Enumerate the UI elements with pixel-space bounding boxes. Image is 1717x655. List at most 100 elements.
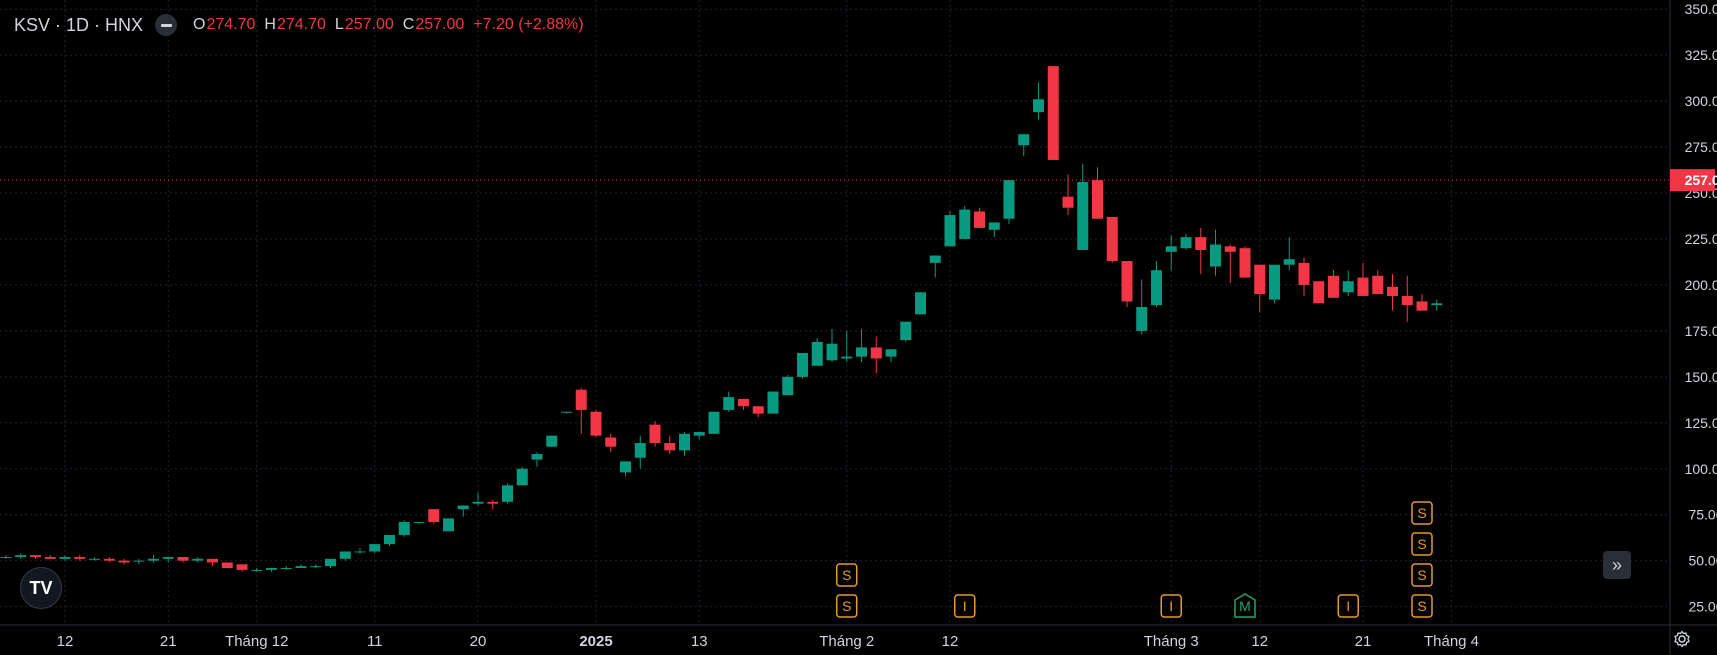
candle-body	[15, 555, 27, 557]
candle-body	[915, 292, 926, 315]
candle-body	[339, 551, 351, 559]
candle-body	[74, 556, 86, 559]
candle-body	[1401, 295, 1413, 306]
candle-body	[148, 558, 159, 561]
candle-body	[1062, 196, 1074, 208]
candle-body	[723, 397, 735, 410]
candle-body	[546, 435, 558, 447]
event-marker-letter: S	[842, 567, 851, 583]
candle-body	[236, 564, 248, 570]
candle-body	[266, 568, 277, 570]
time-axis-label: Tháng 2	[819, 633, 874, 650]
scroll-to-realtime-icon[interactable]: »	[1603, 551, 1631, 579]
time-axis-label: Tháng 4	[1424, 633, 1479, 650]
candle-body	[856, 347, 867, 357]
candle	[546, 435, 558, 447]
candle-body	[974, 211, 985, 228]
time-axis-label: 20	[470, 633, 487, 650]
candle-body	[457, 505, 469, 510]
candle-body	[944, 215, 956, 247]
candle-body	[516, 468, 528, 486]
candle-body	[59, 556, 71, 559]
candle	[590, 409, 602, 438]
candle	[1003, 180, 1015, 225]
time-axis-label: 12	[57, 633, 74, 650]
candle	[797, 352, 808, 379]
candle-body	[620, 461, 631, 473]
price-axis-label: 350.00	[1685, 1, 1717, 17]
candle-body	[30, 555, 41, 557]
candle	[1239, 246, 1251, 278]
price-axis-label: 325.00	[1685, 47, 1717, 63]
tradingview-logo-icon[interactable]: TV	[20, 567, 62, 609]
candle-body	[634, 443, 646, 458]
candle-body	[929, 255, 941, 263]
candle-body	[325, 558, 336, 567]
candle-body	[738, 398, 749, 407]
candle-body	[1047, 66, 1059, 160]
candle-body	[1224, 246, 1236, 252]
price-axis-label: 50.00	[1688, 553, 1717, 569]
candle	[502, 483, 513, 504]
candle-body	[752, 406, 764, 414]
settings-gear-icon[interactable]	[1672, 629, 1692, 649]
time-axis-label: 2025	[579, 633, 612, 650]
candle-body	[693, 431, 705, 436]
event-marker-letter: S	[1417, 598, 1426, 614]
symbol-name[interactable]: KSV · 1D · HNX	[14, 15, 143, 36]
candle	[1106, 216, 1118, 263]
candle-body	[369, 544, 381, 552]
candle-body	[1239, 248, 1251, 278]
candle-body	[1165, 246, 1177, 252]
candle-body	[1180, 237, 1192, 249]
candle-body	[1121, 261, 1133, 302]
candle-body	[0, 556, 12, 558]
candlestick-chart[interactable]: SSIIMISSSS350.00325.00300.00275.00250.00…	[0, 0, 1717, 655]
candle-body	[1210, 244, 1221, 267]
candle-body	[679, 433, 690, 451]
change-value: +7.20 (+2.88%)	[473, 16, 584, 33]
candle-body	[900, 321, 912, 341]
candle-body	[1328, 275, 1339, 298]
candle	[1047, 66, 1059, 160]
candle-body	[959, 209, 971, 239]
candle	[1313, 281, 1325, 304]
candle-body	[531, 454, 543, 460]
candle-body	[89, 558, 100, 560]
candle-body	[1033, 99, 1044, 113]
price-axis-label: 175.00	[1685, 323, 1717, 339]
open-value: 274.70	[206, 16, 256, 33]
candle-body	[177, 556, 189, 561]
candle-body	[295, 566, 307, 569]
high-value: 274.70	[276, 16, 326, 33]
candle-body	[1431, 303, 1443, 306]
candle-body	[207, 558, 218, 563]
candle-body	[251, 569, 263, 571]
low-value: 257.00	[344, 16, 394, 33]
time-axis-label: 11	[367, 633, 383, 650]
candle-body	[221, 562, 233, 569]
high-label: H	[264, 16, 276, 33]
candle	[428, 509, 440, 524]
candle-body	[1416, 301, 1428, 311]
chart-background	[0, 0, 1717, 655]
candle	[516, 466, 528, 486]
candle-body	[1269, 264, 1280, 300]
candle-body	[1313, 281, 1325, 304]
price-axis-label: 75.00	[1688, 507, 1717, 523]
candle	[915, 292, 926, 315]
candle-body	[443, 518, 454, 532]
price-axis-label: 300.00	[1685, 93, 1717, 109]
candle-body	[472, 501, 484, 504]
candle-body	[767, 391, 779, 414]
candle-body	[1018, 134, 1030, 146]
candle	[443, 518, 454, 532]
candle-body	[413, 522, 425, 524]
event-marker-letter: S	[1417, 536, 1426, 552]
price-axis-label: 25.00	[1688, 599, 1717, 615]
candle-body	[1106, 216, 1118, 262]
candle-body	[1342, 281, 1354, 293]
candle-body	[605, 437, 617, 447]
candle	[1269, 264, 1280, 304]
legend-toggle-icon[interactable]	[155, 14, 178, 36]
